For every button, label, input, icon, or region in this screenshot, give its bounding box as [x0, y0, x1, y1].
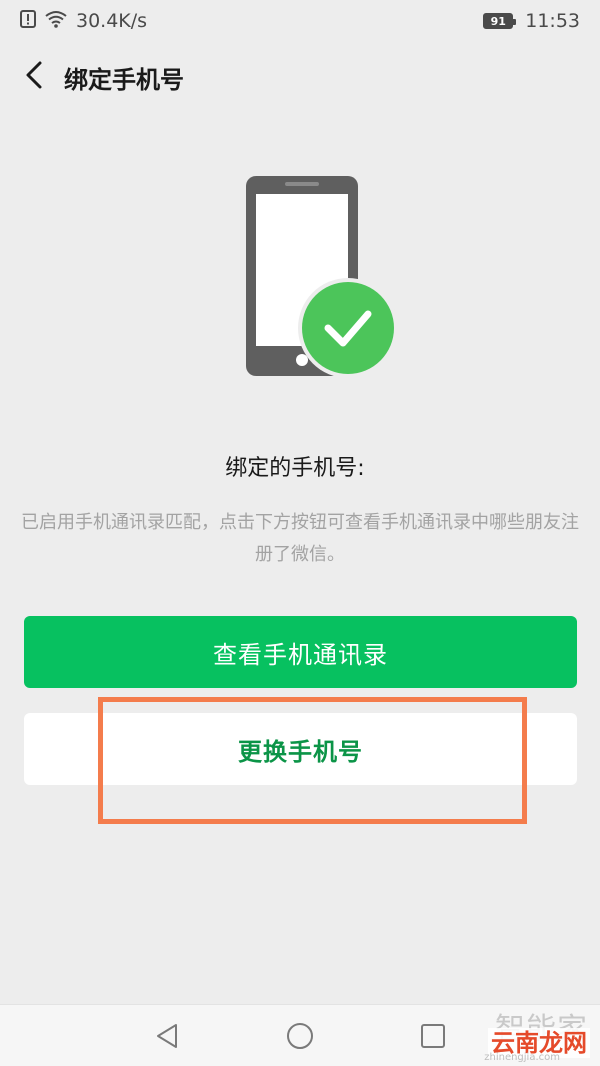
status-left: 30.4K/s: [20, 9, 148, 33]
system-nav-bar: [0, 1004, 600, 1066]
change-phone-button[interactable]: 更换手机号: [24, 713, 577, 785]
view-contacts-label: 查看手机通讯录: [213, 640, 388, 669]
home-circle-icon[interactable]: [280, 1016, 320, 1056]
status-right: 91 11:53: [483, 10, 580, 32]
back-button[interactable]: [4, 42, 64, 112]
bound-phone-label: 绑定的手机号:: [225, 456, 365, 481]
page-title: 绑定手机号: [64, 65, 184, 94]
status-bar: 30.4K/s 91 11:53: [0, 0, 600, 42]
change-phone-label: 更换手机号: [238, 737, 363, 766]
phone-check-icon: [240, 172, 400, 382]
recents-square-icon[interactable]: [413, 1016, 453, 1056]
network-speed: 30.4K/s: [76, 10, 148, 32]
battery-level: 91: [490, 14, 506, 28]
wifi-icon: [44, 10, 68, 33]
chevron-left-icon: [24, 60, 44, 94]
clock: 11:53: [525, 10, 580, 32]
back-triangle-icon[interactable]: [147, 1016, 187, 1056]
battery-icon: 91: [483, 13, 517, 29]
nav-bar: 绑定手机号: [0, 42, 600, 112]
alert-icon: [20, 9, 36, 33]
description-text: 已启用手机通讯录匹配，点击下方按钮可查看手机通讯录中哪些朋友注册了微信。: [21, 512, 579, 565]
view-contacts-button[interactable]: 查看手机通讯录: [24, 616, 577, 688]
